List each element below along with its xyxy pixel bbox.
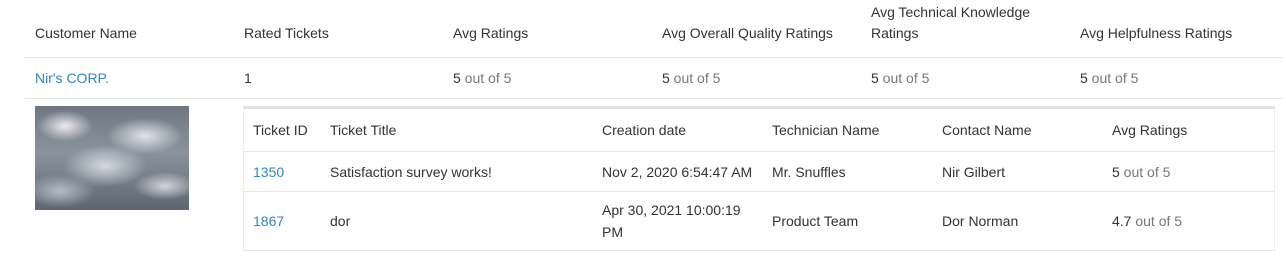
- ticket-avg-rating-cell: 4.7 out of 5: [1103, 210, 1274, 232]
- rating-value: 5: [662, 70, 670, 86]
- header-ticket-id[interactable]: Ticket ID: [244, 122, 321, 138]
- ticket-id-cell: 1867: [244, 210, 321, 232]
- header-avg-helpfulness[interactable]: Avg Helpfulness Ratings: [1070, 23, 1283, 57]
- tickets-table: Ticket ID Ticket Title Creation date Tec…: [243, 106, 1275, 251]
- header-contact-name[interactable]: Contact Name: [933, 122, 1103, 138]
- rating-suffix: out of 5: [878, 70, 930, 86]
- ticket-avg-rating-cell: 5 out of 5: [1103, 161, 1274, 183]
- rating-suffix: out of 5: [669, 70, 721, 86]
- header-rated-tickets[interactable]: Rated Tickets: [234, 23, 443, 57]
- creation-date-cell: Nov 2, 2020 6:54:47 AM: [602, 163, 753, 180]
- avg-overall-quality-cell: 5 out of 5: [652, 70, 861, 86]
- header-technician-name[interactable]: Technician Name: [763, 122, 933, 138]
- avg-helpfulness-cell: 5 out of 5: [1070, 70, 1283, 86]
- contact-name-cell: Nir Gilbert: [942, 163, 1006, 180]
- customer-name-cell: Nir's CORP.: [25, 70, 234, 86]
- customer-logo-image: [35, 106, 189, 210]
- rating-value: 5: [1080, 70, 1088, 86]
- header-creation-date[interactable]: Creation date: [593, 122, 763, 138]
- rating-value: 5: [871, 70, 879, 86]
- ticket-title-cell: dor: [330, 213, 351, 229]
- customer-table-header: Customer Name Rated Tickets Avg Ratings …: [25, 0, 1283, 58]
- customer-name-link[interactable]: Nir's CORP.: [35, 70, 109, 86]
- header-avg-ratings[interactable]: Avg Ratings: [443, 23, 652, 57]
- rating-suffix: out of 5: [1119, 163, 1171, 180]
- customer-ratings-table: Customer Name Rated Tickets Avg Ratings …: [25, 0, 1283, 99]
- customer-row[interactable]: Nir's CORP. 1 5 out of 5 5 out of 5 5 ou…: [25, 58, 1283, 99]
- rating-suffix: out of 5: [460, 70, 512, 86]
- ticket-id-link[interactable]: 1867: [253, 213, 284, 229]
- rating-value: 5: [1112, 163, 1120, 180]
- technician-name-cell: Mr. Snuffles: [772, 163, 846, 180]
- header-avg-overall-quality[interactable]: Avg Overall Quality Ratings: [652, 23, 861, 57]
- rating-suffix: out of 5: [1087, 70, 1139, 86]
- table-row[interactable]: 1867 dor Apr 30, 2021 10:00:19 PM Produc…: [244, 192, 1274, 251]
- avg-ratings-cell: 5 out of 5: [443, 70, 652, 86]
- ticket-title-cell: Satisfaction survey works!: [330, 163, 492, 180]
- ticket-id-cell: 1350: [244, 161, 321, 183]
- rating-suffix: out of 5: [1131, 213, 1183, 229]
- header-ticket-title[interactable]: Ticket Title: [321, 122, 593, 138]
- ticket-id-link[interactable]: 1350: [253, 164, 284, 180]
- header-ticket-avg-ratings[interactable]: Avg Ratings: [1103, 122, 1274, 138]
- table-row[interactable]: 1350 Satisfaction survey works! Nov 2, 2…: [244, 152, 1274, 192]
- rating-value: 5: [453, 70, 461, 86]
- header-avg-technical-knowledge[interactable]: Avg Technical Knowledge Ratings: [861, 2, 1070, 57]
- tickets-table-header: Ticket ID Ticket Title Creation date Tec…: [244, 109, 1274, 152]
- rated-tickets-cell: 1: [244, 70, 252, 86]
- header-customer-name[interactable]: Customer Name: [25, 23, 234, 57]
- creation-date-cell: Apr 30, 2021 10:00:19 PM: [602, 202, 741, 240]
- technician-name-cell: Product Team: [772, 213, 859, 229]
- rating-value: 4.7: [1112, 213, 1132, 229]
- avg-technical-knowledge-cell: 5 out of 5: [861, 70, 1070, 86]
- contact-name-cell: Dor Norman: [942, 213, 1019, 229]
